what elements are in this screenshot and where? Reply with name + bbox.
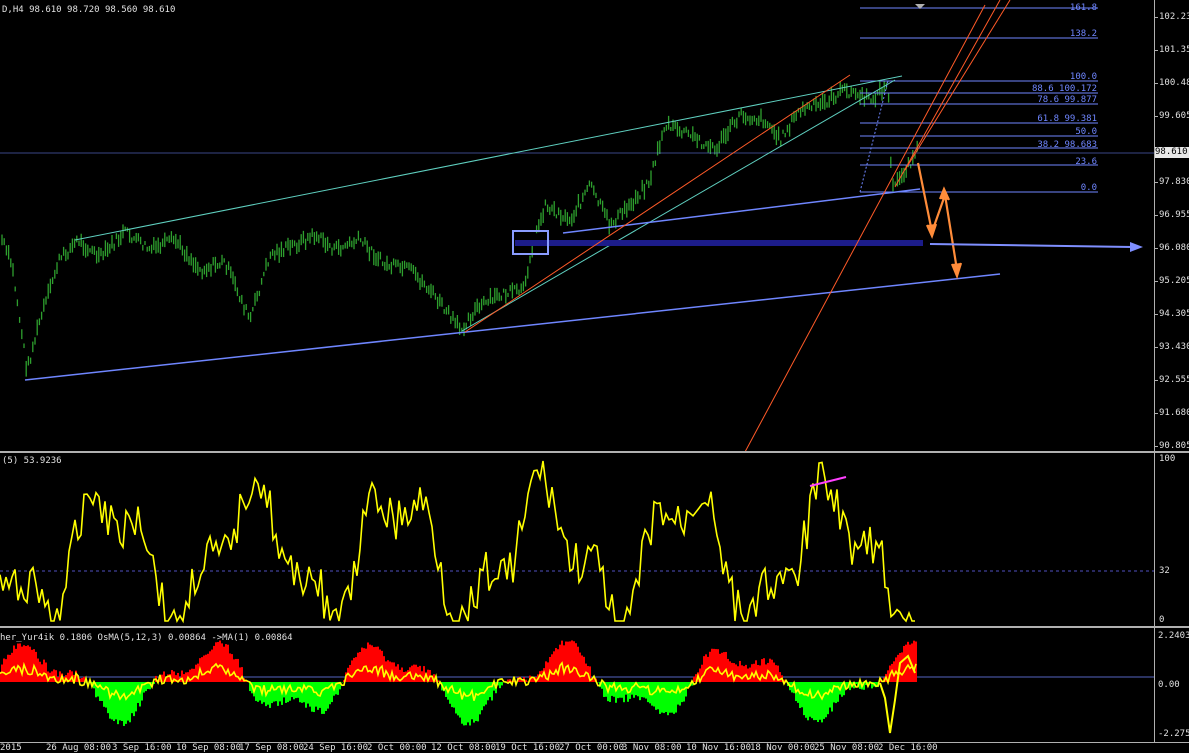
fib-label-38-2: 38.2 98.683 (1037, 140, 1097, 150)
chart-symbol-header: D,H4 98.610 98.720 98.560 98.610 (2, 5, 176, 15)
fib-label-100: 100.0 (1069, 72, 1097, 82)
fib-label-88-6: 88.6 100.172 (1031, 84, 1097, 94)
price-chart-pane[interactable]: D,H4 98.610 98.720 98.560 98.610 161.8 1… (0, 0, 1154, 452)
osma-tick: 2.2403 (1158, 631, 1189, 641)
fib-label-23-6: 23.6 (1075, 157, 1097, 167)
price-axis[interactable]: 102.230 101.355 100.480 99.605 97.830 96… (1154, 0, 1189, 452)
osma-tick: -2.275 (1158, 729, 1189, 739)
osma-axis[interactable]: 2.2403 0.00 -2.275 (1154, 628, 1189, 742)
time-axis[interactable]: 2015 26 Aug 08:00 3 Sep 16:00 10 Sep 08:… (0, 743, 1189, 753)
price-tick: 102.230 (1159, 12, 1189, 22)
fib-label-138-2: 138.2 (1069, 29, 1097, 39)
price-tick: 95.205 (1159, 276, 1189, 286)
rsi-header: (5) 53.9236 (2, 456, 62, 466)
price-tick: 100.480 (1159, 78, 1189, 88)
fib-label-61-8: 61.8 99.381 (1037, 114, 1097, 124)
osma-header: her_Yur4ik 0.1806 OsMA(5,12,3) 0.00864 -… (0, 633, 293, 643)
price-tick: 96.080 (1159, 243, 1189, 253)
price-tick: 101.355 (1159, 45, 1189, 55)
channel-line (744, 4, 986, 452)
fib-label-78-6: 78.6 99.877 (1037, 95, 1097, 105)
divergence-line (809, 476, 847, 487)
forecast-path (916, 162, 963, 280)
osma-drawing (0, 640, 1154, 734)
fib-label-0: 0.0 (1080, 183, 1097, 193)
rsi-tick: 100 (1159, 454, 1176, 464)
osma-tick: 0.00 (1158, 680, 1180, 690)
price-tick: 96.955 (1159, 210, 1189, 220)
rsi-pane[interactable]: (5) 53.9236 (0, 453, 1154, 626)
osma-histogram (0, 640, 917, 726)
target-line (929, 243, 1133, 248)
channel-line (464, 74, 851, 333)
price-tick: 92.555 (1159, 375, 1189, 385)
price-tick: 93.430 (1159, 342, 1189, 352)
channel-line (904, 0, 1011, 171)
rsi-tick: 32 (1159, 566, 1170, 576)
arrow-right-icon (1130, 242, 1143, 252)
price-tick: 99.605 (1159, 111, 1189, 121)
fib-label-161-8: 161.8 (1069, 3, 1097, 13)
support-zone (515, 240, 923, 246)
osma-pane[interactable]: her_Yur4ik 0.1806 OsMA(5,12,3) 0.00864 -… (0, 628, 1154, 742)
price-tick: 97.830 (1159, 177, 1189, 187)
price-tick: 90.805 (1159, 441, 1189, 451)
upper-trendline (74, 75, 903, 241)
rsi-line (0, 460, 915, 624)
current-price-marker: 98.610 (1155, 147, 1189, 158)
price-tick: 94.305 (1159, 309, 1189, 319)
fib-label-50: 50.0 (1075, 127, 1097, 137)
rsi-tick: 0 (1159, 615, 1165, 625)
rsi-axis[interactable]: 100 32 0 (1154, 453, 1189, 626)
price-chart-drawing (0, 0, 1154, 452)
price-tick: 91.680 (1159, 408, 1189, 418)
trading-terminal: D,H4 98.610 98.720 98.560 98.610 161.8 1… (0, 0, 1189, 753)
rsi-drawing (0, 460, 1154, 624)
